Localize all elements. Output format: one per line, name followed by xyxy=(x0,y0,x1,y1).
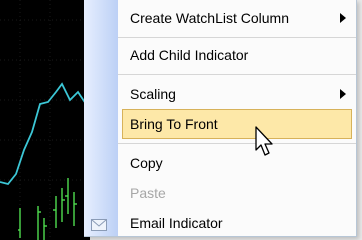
price-bars xyxy=(18,178,77,240)
menu-item-label: Bring To Front xyxy=(130,116,218,132)
chart-panel xyxy=(0,0,90,240)
menu-item-copy[interactable]: Copy xyxy=(84,150,356,178)
menu-item-label: Add Child Indicator xyxy=(130,47,249,63)
screenshot-root: Create WatchList Column Add Child Indica… xyxy=(0,0,362,240)
menu-item-label: Scaling xyxy=(130,86,176,102)
mouse-pointer-icon xyxy=(254,126,276,158)
indicator-line xyxy=(0,82,90,186)
menu-item-create-watchlist-column[interactable]: Create WatchList Column xyxy=(84,5,356,33)
menu-separator xyxy=(118,74,356,75)
menu-item-label: Copy xyxy=(130,155,163,171)
menu-item-label: Paste xyxy=(130,185,166,201)
menu-item-label: Create WatchList Column xyxy=(130,10,289,26)
menu-separator xyxy=(118,143,356,144)
menu-item-bring-to-front[interactable]: Bring To Front xyxy=(84,111,356,139)
menu-separator xyxy=(118,37,356,38)
chevron-right-icon xyxy=(340,89,346,99)
context-menu: Create WatchList Column Add Child Indica… xyxy=(84,0,357,237)
chevron-right-icon xyxy=(340,13,346,23)
menu-item-email-indicator[interactable]: Email Indicator xyxy=(84,210,356,236)
menu-item-paste: Paste xyxy=(84,180,356,208)
menu-item-label: Email Indicator xyxy=(130,215,223,231)
menu-item-scaling[interactable]: Scaling xyxy=(84,81,356,109)
price-chart xyxy=(0,0,90,240)
menu-item-add-child-indicator[interactable]: Add Child Indicator xyxy=(84,42,356,70)
